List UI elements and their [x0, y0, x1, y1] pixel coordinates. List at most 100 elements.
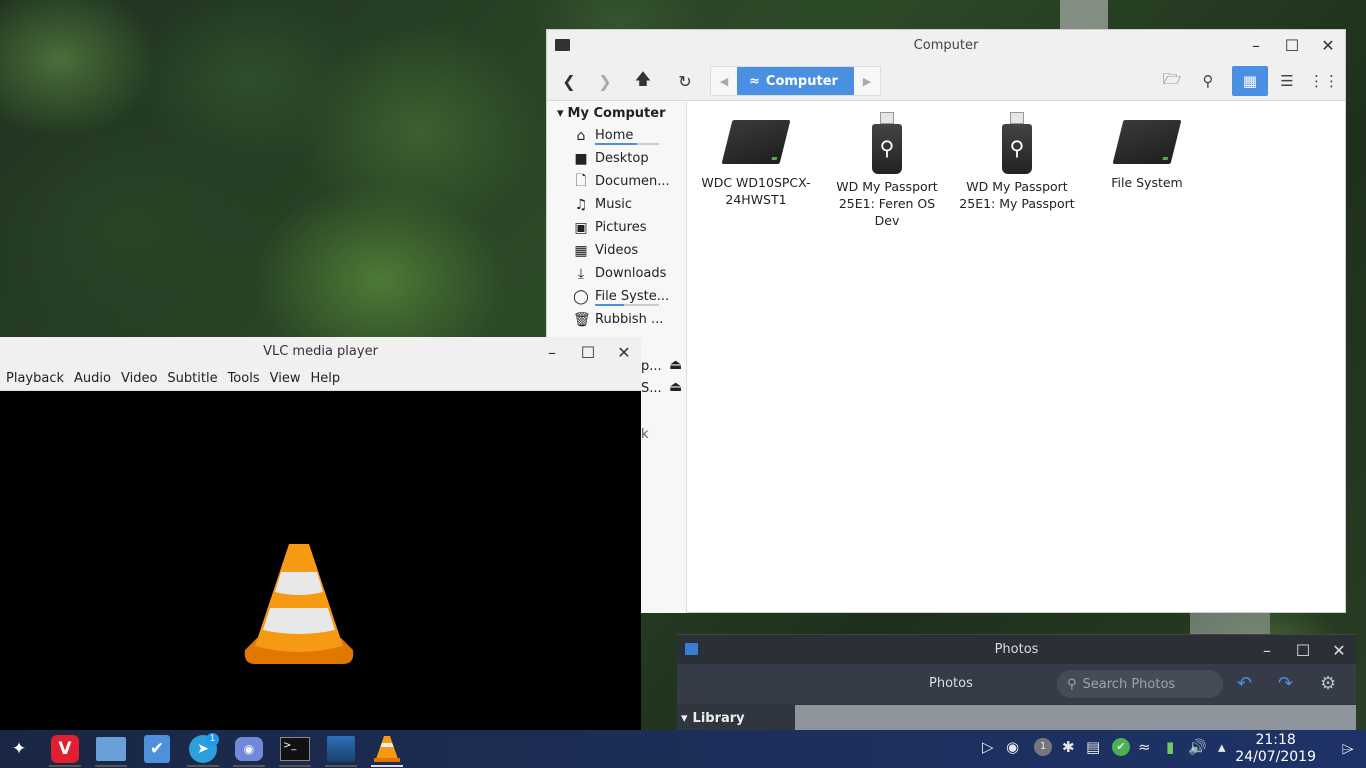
- volume-icon[interactable]: 🔊: [1188, 738, 1207, 756]
- breadcrumb: ◀ ≈ Computer ▶: [710, 66, 881, 96]
- menu-help[interactable]: Help: [310, 371, 340, 386]
- sidebar-item-home[interactable]: ⌂ Home: [547, 124, 686, 147]
- show-desktop-icon[interactable]: ⌲: [1342, 739, 1354, 759]
- trash-icon: 🗑: [573, 311, 591, 328]
- breadcrumb-computer[interactable]: ≈ Computer: [737, 67, 854, 95]
- breadcrumb-left-arrow[interactable]: ◀: [711, 67, 737, 95]
- photos-toolbar: Photos ⚲ Search Photos ↶ ↷ ⚙: [677, 664, 1356, 704]
- icon-view-button[interactable]: ▦: [1232, 66, 1268, 96]
- search-icon: ⚲: [1067, 676, 1077, 692]
- computer-icon: [555, 39, 570, 51]
- filesystem-usage-bar: [595, 304, 659, 306]
- menu-video[interactable]: Video: [121, 371, 157, 386]
- drive-wdc-hdd[interactable]: WDC WD10SPCX-24HWST1: [696, 112, 816, 208]
- sidebar-heading-my-computer[interactable]: ▾ My Computer: [547, 102, 686, 124]
- photos-app-icon: [685, 643, 698, 655]
- media-player-tray-icon[interactable]: ▷: [982, 738, 994, 756]
- updates-ok-icon[interactable]: ✔: [1112, 738, 1130, 756]
- files-icon[interactable]: [95, 734, 127, 767]
- vlc-titlebar[interactable]: VLC media player – ☐ ✕: [0, 337, 641, 366]
- close-button[interactable]: ✕: [613, 343, 635, 362]
- close-button[interactable]: ✕: [1317, 36, 1339, 55]
- redo-button[interactable]: ↷: [1278, 673, 1293, 694]
- discord-tray-icon[interactable]: ◉: [1006, 738, 1019, 756]
- folder-icon: ■: [574, 150, 588, 167]
- library-section[interactable]: ▾ Library: [677, 705, 795, 731]
- eject-icon[interactable]: ⏏: [669, 357, 682, 373]
- terminal-icon[interactable]: >_: [279, 734, 311, 767]
- sidebar-item-downloads[interactable]: ⤓ Downloads: [547, 262, 686, 285]
- new-folder-button[interactable]: 🗁: [1154, 66, 1190, 96]
- sidebar-peek-item[interactable]: p...: [641, 359, 662, 374]
- start-menu-icon[interactable]: ✦: [3, 734, 35, 764]
- file-manager-titlebar[interactable]: Computer – ☐ ✕: [547, 30, 1345, 61]
- vlc-app-icon[interactable]: [371, 734, 403, 767]
- photos-app-icon[interactable]: [325, 734, 357, 767]
- menu-view[interactable]: View: [270, 371, 301, 386]
- search-button[interactable]: ⚲: [1190, 66, 1226, 96]
- settings-gear-icon[interactable]: ⚙: [1320, 673, 1336, 694]
- minimize-button[interactable]: –: [541, 343, 563, 362]
- menu-tools[interactable]: Tools: [228, 371, 260, 386]
- file-manager-toolbar: ❮ ❯ 🡅 ↻ ◀ ≈ Computer ▶ 🗁 ⚲ ▦ ☰ ⋮⋮: [547, 61, 1345, 101]
- photos-titlebar[interactable]: Photos – ☐ ✕: [677, 635, 1356, 664]
- maximize-button[interactable]: ☐: [1281, 36, 1303, 55]
- menu-playback[interactable]: Playback: [6, 371, 64, 386]
- bluetooth-icon[interactable]: ✱: [1062, 738, 1075, 756]
- home-icon: ⌂: [576, 127, 586, 144]
- sidebar-item-pictures[interactable]: ▣ Pictures: [547, 216, 686, 239]
- vlc-menubar: Playback Audio Video Subtitle Tools View…: [0, 366, 641, 391]
- window-title: Computer: [913, 38, 979, 53]
- tray-badge[interactable]: 1: [1034, 738, 1052, 756]
- compact-view-button[interactable]: ⋮⋮: [1306, 66, 1342, 96]
- menu-audio[interactable]: Audio: [74, 371, 111, 386]
- photos-content[interactable]: [795, 705, 1356, 730]
- reload-button[interactable]: ↻: [671, 67, 699, 95]
- home-usage-bar: [595, 143, 659, 145]
- list-view-button[interactable]: ☰: [1269, 66, 1305, 96]
- drive-passport-my-passport[interactable]: ⚲ WD My Passport 25E1: My Passport: [957, 112, 1077, 212]
- wifi-icon[interactable]: ≈: [1138, 738, 1151, 756]
- sidebar-item-videos[interactable]: ▦ Videos: [547, 239, 686, 262]
- close-button[interactable]: ✕: [1328, 641, 1350, 660]
- sidebar-peek-item[interactable]: S...: [641, 381, 662, 396]
- search-photos-input[interactable]: ⚲ Search Photos: [1057, 670, 1223, 698]
- battery-icon[interactable]: ▮: [1166, 738, 1174, 756]
- minimize-button[interactable]: –: [1256, 641, 1278, 660]
- file-view: WDC WD10SPCX-24HWST1 ⚲ WD My Passport 25…: [688, 102, 1345, 612]
- document-icon: 🗋: [575, 172, 587, 189]
- maximize-button[interactable]: ☐: [577, 343, 599, 362]
- store-icon[interactable]: ✔: [141, 734, 173, 764]
- maximize-button[interactable]: ☐: [1292, 641, 1314, 660]
- back-button[interactable]: ❮: [555, 67, 583, 95]
- hard-drive-icon: [721, 120, 791, 164]
- network-icon: ≈: [749, 73, 760, 89]
- photos-toolbar-label: Photos: [929, 676, 973, 691]
- window-title: Photos: [994, 642, 1039, 657]
- vivaldi-icon[interactable]: V: [49, 734, 81, 767]
- clock[interactable]: 21:18 24/07/2019: [1235, 732, 1316, 766]
- sidebar-item-desktop[interactable]: ■ Desktop: [547, 147, 686, 170]
- filesystem-icon: ◯: [573, 288, 589, 305]
- menu-subtitle[interactable]: Subtitle: [167, 371, 217, 386]
- sidebar-item-documents[interactable]: 🗋 Documen...: [547, 170, 686, 193]
- sidebar-item-music[interactable]: ♫ Music: [547, 193, 686, 216]
- drive-passport-feren[interactable]: ⚲ WD My Passport 25E1: Feren OS Dev: [827, 112, 947, 229]
- drive-tray-icon[interactable]: ▤: [1086, 738, 1100, 756]
- breadcrumb-right-arrow[interactable]: ▶: [854, 67, 880, 95]
- taskbar: ✦ V ✔ ➤ 1 ◉ >_ ▷ ◉ 1 ✱ ▤ ✔ ≈ ▮ 🔊 ▴ 21:18…: [0, 730, 1366, 768]
- up-button[interactable]: 🡅: [629, 67, 657, 95]
- tray-expand-icon[interactable]: ▴: [1218, 738, 1226, 756]
- drive-file-system[interactable]: File System: [1087, 112, 1207, 191]
- file-manager-sidebar-peek: p... ⏏ S... ⏏ k: [641, 337, 687, 613]
- eject-icon[interactable]: ⏏: [669, 379, 682, 395]
- wallpaper-road: [1060, 0, 1108, 30]
- telegram-icon[interactable]: ➤ 1: [187, 733, 219, 767]
- usb-drive-icon: ⚲: [1002, 112, 1032, 174]
- discord-icon[interactable]: ◉: [233, 734, 265, 767]
- undo-button[interactable]: ↶: [1237, 673, 1252, 694]
- forward-button[interactable]: ❯: [591, 67, 619, 95]
- minimize-button[interactable]: –: [1245, 36, 1267, 55]
- sidebar-item-file-system[interactable]: ◯ File Syste...: [547, 285, 686, 308]
- sidebar-item-rubbish[interactable]: 🗑 Rubbish ...: [547, 308, 686, 331]
